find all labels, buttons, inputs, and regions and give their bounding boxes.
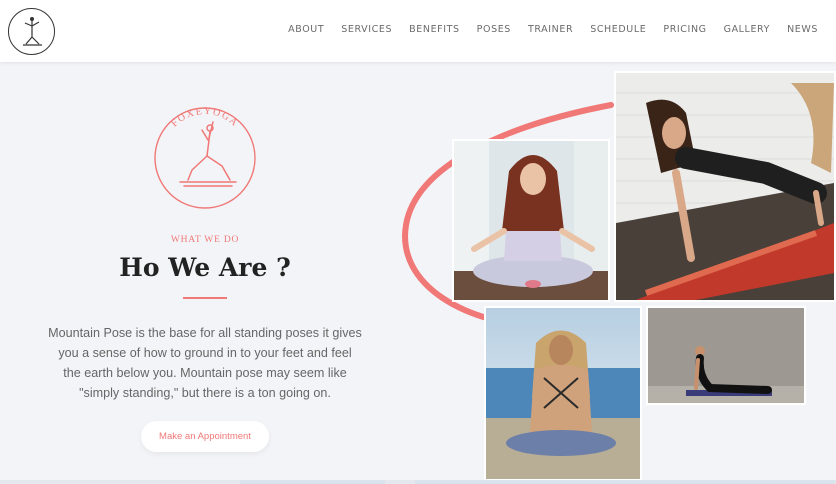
brand-name: FOXEYOGA [169,106,239,130]
yoga-pose-logo-icon [23,17,42,46]
nav-about[interactable]: ABOUT [288,24,324,35]
section-eyebrow: WHAT WE DO [170,235,240,245]
nav-trainer[interactable]: TRAINER [528,24,573,35]
nav-benefits[interactable]: BENEFITS [409,24,460,35]
make-appointment-button[interactable]: Make an Appointment [141,421,269,452]
plank-photo[interactable] [614,71,836,302]
site-logo[interactable] [8,8,55,55]
nav-news[interactable]: NEWS [787,24,818,35]
nav-schedule[interactable]: SCHEDULE [590,24,646,35]
main-nav: ABOUT SERVICES BENEFITS POSES TRAINER SC… [271,24,818,35]
nav-gallery[interactable]: GALLERY [724,24,770,35]
cobra-pose-photo[interactable] [646,306,806,405]
brand-emblem: FOXEYOGA [150,100,260,210]
section-description: Mountain Pose is the base for all standi… [48,326,362,400]
svg-text:FOXEYOGA: FOXEYOGA [169,106,240,130]
title-divider [183,297,227,299]
meditation-photo[interactable] [452,139,610,302]
nav-poses[interactable]: POSES [477,24,511,35]
warrior-pose-icon [179,121,237,187]
bottom-strip [0,480,836,484]
beach-meditation-photo[interactable] [484,306,642,481]
nav-services[interactable]: SERVICES [341,24,392,35]
nav-pricing[interactable]: PRICING [663,24,706,35]
page-title: Ho We Are ? [119,253,291,282]
site-header: ABOUT SERVICES BENEFITS POSES TRAINER SC… [0,0,836,62]
